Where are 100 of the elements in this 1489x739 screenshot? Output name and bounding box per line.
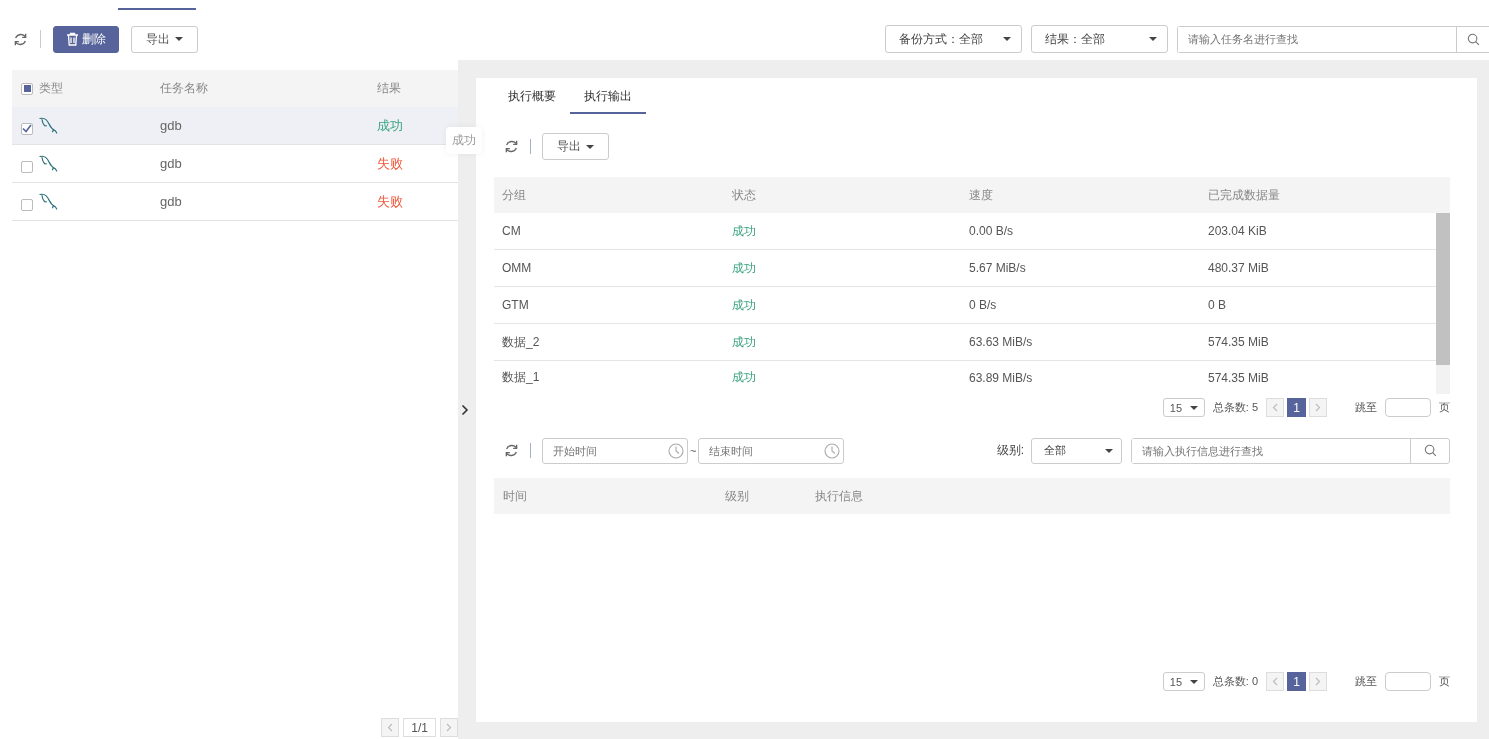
caret-icon <box>1189 405 1198 410</box>
caret-icon <box>1105 448 1113 453</box>
status-text: 成功 <box>732 369 757 386</box>
refresh-icon[interactable] <box>13 31 28 47</box>
caret-icon <box>1003 37 1011 41</box>
task-name: gdb <box>160 156 183 171</box>
column-header: 状态 <box>732 186 757 204</box>
checkbox[interactable] <box>21 198 33 211</box>
column-header: 执行信息 <box>815 487 864 505</box>
page-indicator: 1/1 <box>403 718 436 737</box>
table-cell-text: 0 B/s <box>969 298 998 312</box>
table-cell-text: CM <box>502 224 522 238</box>
previous-page-button[interactable] <box>1266 398 1284 417</box>
checkbox[interactable] <box>21 82 33 95</box>
checkbox[interactable] <box>21 122 33 135</box>
table-cell-text: 203.04 KiB <box>1208 224 1268 238</box>
start-time-field[interactable]: 开始时间 <box>542 437 688 464</box>
total-count: 总条数: 0 <box>1212 674 1258 689</box>
page-unit-label: 页 <box>1439 400 1450 415</box>
column-header: 分组 <box>502 186 527 204</box>
search-icon[interactable] <box>1466 32 1480 46</box>
column-header: 级别 <box>725 487 750 505</box>
scrollbar[interactable] <box>1436 213 1450 394</box>
jump-label: 跳至 <box>1355 400 1377 415</box>
trash-icon <box>66 32 79 46</box>
page-number-button[interactable]: 1 <box>1287 398 1306 417</box>
caret-icon <box>1149 37 1157 41</box>
status-text: 成功 <box>732 259 757 277</box>
table-cell-text: 574.35 MiB <box>1208 335 1270 349</box>
previous-page-button[interactable] <box>381 718 400 737</box>
chevron-left-icon <box>1272 677 1278 686</box>
previous-page-button[interactable] <box>1266 672 1284 691</box>
export-button[interactable]: 导出 <box>131 25 198 53</box>
refresh-icon[interactable] <box>504 443 519 458</box>
next-page-button[interactable] <box>440 718 458 737</box>
dolphin-icon <box>39 154 58 172</box>
column-header: 速度 <box>969 186 994 204</box>
next-page-button[interactable] <box>1309 672 1327 691</box>
result-text: 成功 <box>377 116 404 135</box>
tab[interactable]: 执行概要 <box>508 88 570 114</box>
column-header: 类型 <box>39 80 63 97</box>
chevron-right-icon <box>1315 403 1321 412</box>
chevron-left-icon <box>1272 403 1278 412</box>
table-cell-text: 480.37 MiB <box>1208 261 1270 275</box>
caret-icon <box>1189 679 1198 684</box>
clock-icon[interactable] <box>824 442 841 459</box>
result-text: 失败 <box>377 192 404 211</box>
filter-dropdown[interactable]: 备份方式：全部 <box>885 25 1022 53</box>
caret-icon <box>175 37 183 41</box>
column-header: 任务名称 <box>160 80 209 97</box>
table-cell-text: 数据_1 <box>502 369 541 386</box>
filter-dropdown[interactable]: 结果：全部 <box>1031 25 1168 53</box>
page-size-select[interactable]: 15 <box>1162 672 1205 691</box>
export-button[interactable]: 导出 <box>542 133 609 160</box>
table-row[interactable]: gdb 失败 <box>12 183 458 221</box>
page-jump-input[interactable] <box>1385 672 1431 691</box>
task-name: gdb <box>160 194 183 209</box>
dolphin-icon <box>39 192 58 210</box>
dolphin-icon <box>39 116 58 134</box>
end-time-field[interactable]: 结束时间 <box>698 437 845 464</box>
column-header: 时间 <box>503 487 528 505</box>
chevron-right-icon <box>446 723 452 732</box>
delete-button[interactable]: 删除 <box>53 25 119 53</box>
table-cell-text: 5.67 MiB/s <box>969 261 1027 275</box>
table-cell-text: 63.63 MiB/s <box>969 335 1034 349</box>
table-cell-text: 63.89 MiB/s <box>969 370 1034 385</box>
column-header: 结果 <box>377 80 402 97</box>
page-number-button[interactable]: 1 <box>1287 672 1306 691</box>
page-jump-input[interactable] <box>1385 398 1431 417</box>
status-text: 成功 <box>732 222 757 240</box>
task-name: gdb <box>160 118 183 133</box>
table-cell-text: GTM <box>502 298 530 312</box>
table-cell-text: OMM <box>502 261 533 275</box>
chevron-right-icon <box>1315 677 1321 686</box>
status-text: 成功 <box>732 333 757 351</box>
chevron-left-icon <box>387 723 394 732</box>
next-page-button[interactable] <box>1309 398 1327 417</box>
table-cell-text: 574.35 MiB <box>1208 370 1270 385</box>
table-cell-text: 0 B <box>1208 298 1227 312</box>
table-cell-text: 数据_2 <box>502 333 541 351</box>
caret-icon <box>586 144 594 149</box>
table-cell-text: 0.00 B/s <box>969 224 1015 238</box>
level-dropdown[interactable]: 全部 <box>1031 437 1122 464</box>
tab[interactable]: 执行输出 <box>570 88 646 114</box>
search-field[interactable]: 请输入执行信息进行查找 <box>1131 437 1450 464</box>
refresh-icon[interactable] <box>504 139 519 154</box>
result-text: 失败 <box>377 154 404 173</box>
checkbox[interactable] <box>21 160 33 173</box>
search-field[interactable]: 请输入任务名进行查找 <box>1177 25 1489 53</box>
search-icon[interactable] <box>1423 444 1437 457</box>
total-count: 总条数: 5 <box>1212 400 1258 415</box>
jump-label: 跳至 <box>1355 674 1377 689</box>
column-header: 已完成数据量 <box>1208 186 1281 204</box>
level-label: 级别: <box>996 442 1024 459</box>
range-separator: ~ <box>690 444 697 457</box>
clock-icon[interactable] <box>668 442 684 459</box>
page-size-select[interactable]: 15 <box>1162 398 1205 417</box>
tooltip: 成功 <box>446 127 482 154</box>
chevron-right-icon[interactable] <box>461 404 469 416</box>
page-unit-label: 页 <box>1439 674 1450 689</box>
